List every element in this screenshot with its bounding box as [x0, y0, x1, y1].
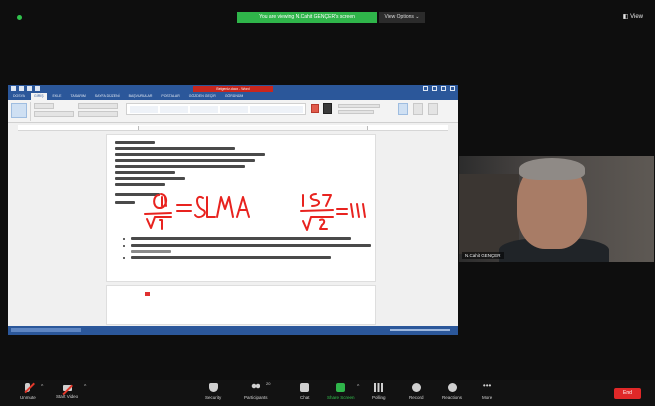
record-icon: [411, 383, 421, 392]
more-icon: •••: [482, 381, 492, 390]
audio-options-caret[interactable]: ^: [41, 384, 43, 390]
word-tab-postalar: POSTALAR: [161, 94, 180, 98]
font-box: [34, 103, 54, 109]
word-tab-basvurular: BAŞVURULAR: [128, 94, 153, 98]
font-format-row: [34, 111, 74, 117]
handwritten-annotation: [144, 193, 366, 231]
polling-button[interactable]: Polling: [372, 383, 386, 400]
cursor-mark: [145, 292, 150, 296]
meeting-toolbar: Unmute ^ Start Video ^ Security Particip…: [0, 380, 655, 406]
share-screen-button[interactable]: Share Screen: [327, 383, 355, 400]
camera-off-icon: [62, 385, 72, 391]
meeting-info-icon[interactable]: [17, 15, 22, 20]
horizontal-ruler: [18, 125, 448, 131]
chat-button[interactable]: Chat: [300, 383, 310, 400]
word-tab-gozden-gecir: GÖZDEN GEÇİR: [188, 94, 216, 98]
polling-icon: [374, 383, 384, 392]
word-ribbon: [8, 100, 458, 123]
quick-access-toolbar: [11, 86, 40, 91]
video-options-caret[interactable]: ^: [84, 384, 86, 390]
participants-button[interactable]: Participants: [244, 383, 268, 400]
start-video-button[interactable]: Start Video: [56, 383, 78, 399]
record-button[interactable]: Record: [409, 383, 424, 400]
font-color-icon: [323, 103, 332, 114]
word-title: Belgeniz.docx - Word: [193, 86, 273, 92]
shared-screen-word: Belgeniz.docx - Word DOSYA GİRİŞ EKLE TA…: [8, 85, 458, 335]
participants-count: 20: [266, 381, 271, 386]
reactions-button[interactable]: Reactions: [442, 383, 462, 400]
page-icon: [398, 103, 408, 115]
replace-row: [338, 110, 374, 114]
chat-icon: [300, 383, 310, 392]
page-icon-3: [428, 103, 438, 115]
participant-video[interactable]: N.Cahit GENÇER: [459, 156, 654, 262]
page-icon-2: [413, 103, 423, 115]
document-page-2: [106, 285, 376, 325]
microphone-muted-icon: [25, 383, 31, 392]
zoom-meeting-window: You are viewing N.Cahit GENÇER's screen …: [0, 0, 655, 406]
word-tab-sayfa-duzeni: SAYFA DÜZENİ: [94, 94, 120, 98]
word-tab-tasarim: TASARIM: [70, 94, 86, 98]
paragraph-row-2: [78, 111, 118, 117]
participant-name: N.Cahit GENÇER: [462, 252, 504, 259]
participants-icon: [251, 383, 261, 392]
view-options-button[interactable]: View Options ⌄: [379, 12, 425, 23]
word-tab-giris: GİRİŞ: [31, 93, 47, 100]
security-button[interactable]: Security: [205, 383, 221, 400]
shield-icon: [208, 383, 218, 392]
word-ribbon-tabs: DOSYA GİRİŞ EKLE TASARIM SAYFA DÜZENİ BA…: [8, 93, 458, 100]
reactions-icon: [447, 383, 457, 392]
find-row: [338, 104, 380, 108]
unmute-button[interactable]: Unmute: [20, 383, 36, 400]
word-statusbar: [8, 326, 458, 335]
view-button[interactable]: ◧ View: [623, 12, 643, 23]
style-change-icon: [311, 104, 319, 113]
word-tab-ekle: EKLE: [52, 94, 62, 98]
share-options-caret[interactable]: ^: [357, 384, 359, 390]
word-tab-gorunum: GÖRÜNÜM: [224, 94, 244, 98]
paragraph-row: [78, 103, 118, 109]
word-tab-dosya: DOSYA: [13, 94, 25, 98]
document-page: [106, 134, 376, 282]
end-meeting-button[interactable]: End: [614, 388, 641, 399]
paste-icon: [11, 103, 27, 118]
window-controls: [423, 86, 455, 91]
styles-gallery: [126, 103, 306, 115]
zoom-slider: [390, 329, 450, 331]
share-screen-icon: [336, 383, 346, 392]
screen-share-banner: You are viewing N.Cahit GENÇER's screen: [237, 12, 377, 23]
word-titlebar: Belgeniz.docx - Word: [8, 85, 458, 93]
more-button[interactable]: ••• More: [482, 381, 492, 401]
